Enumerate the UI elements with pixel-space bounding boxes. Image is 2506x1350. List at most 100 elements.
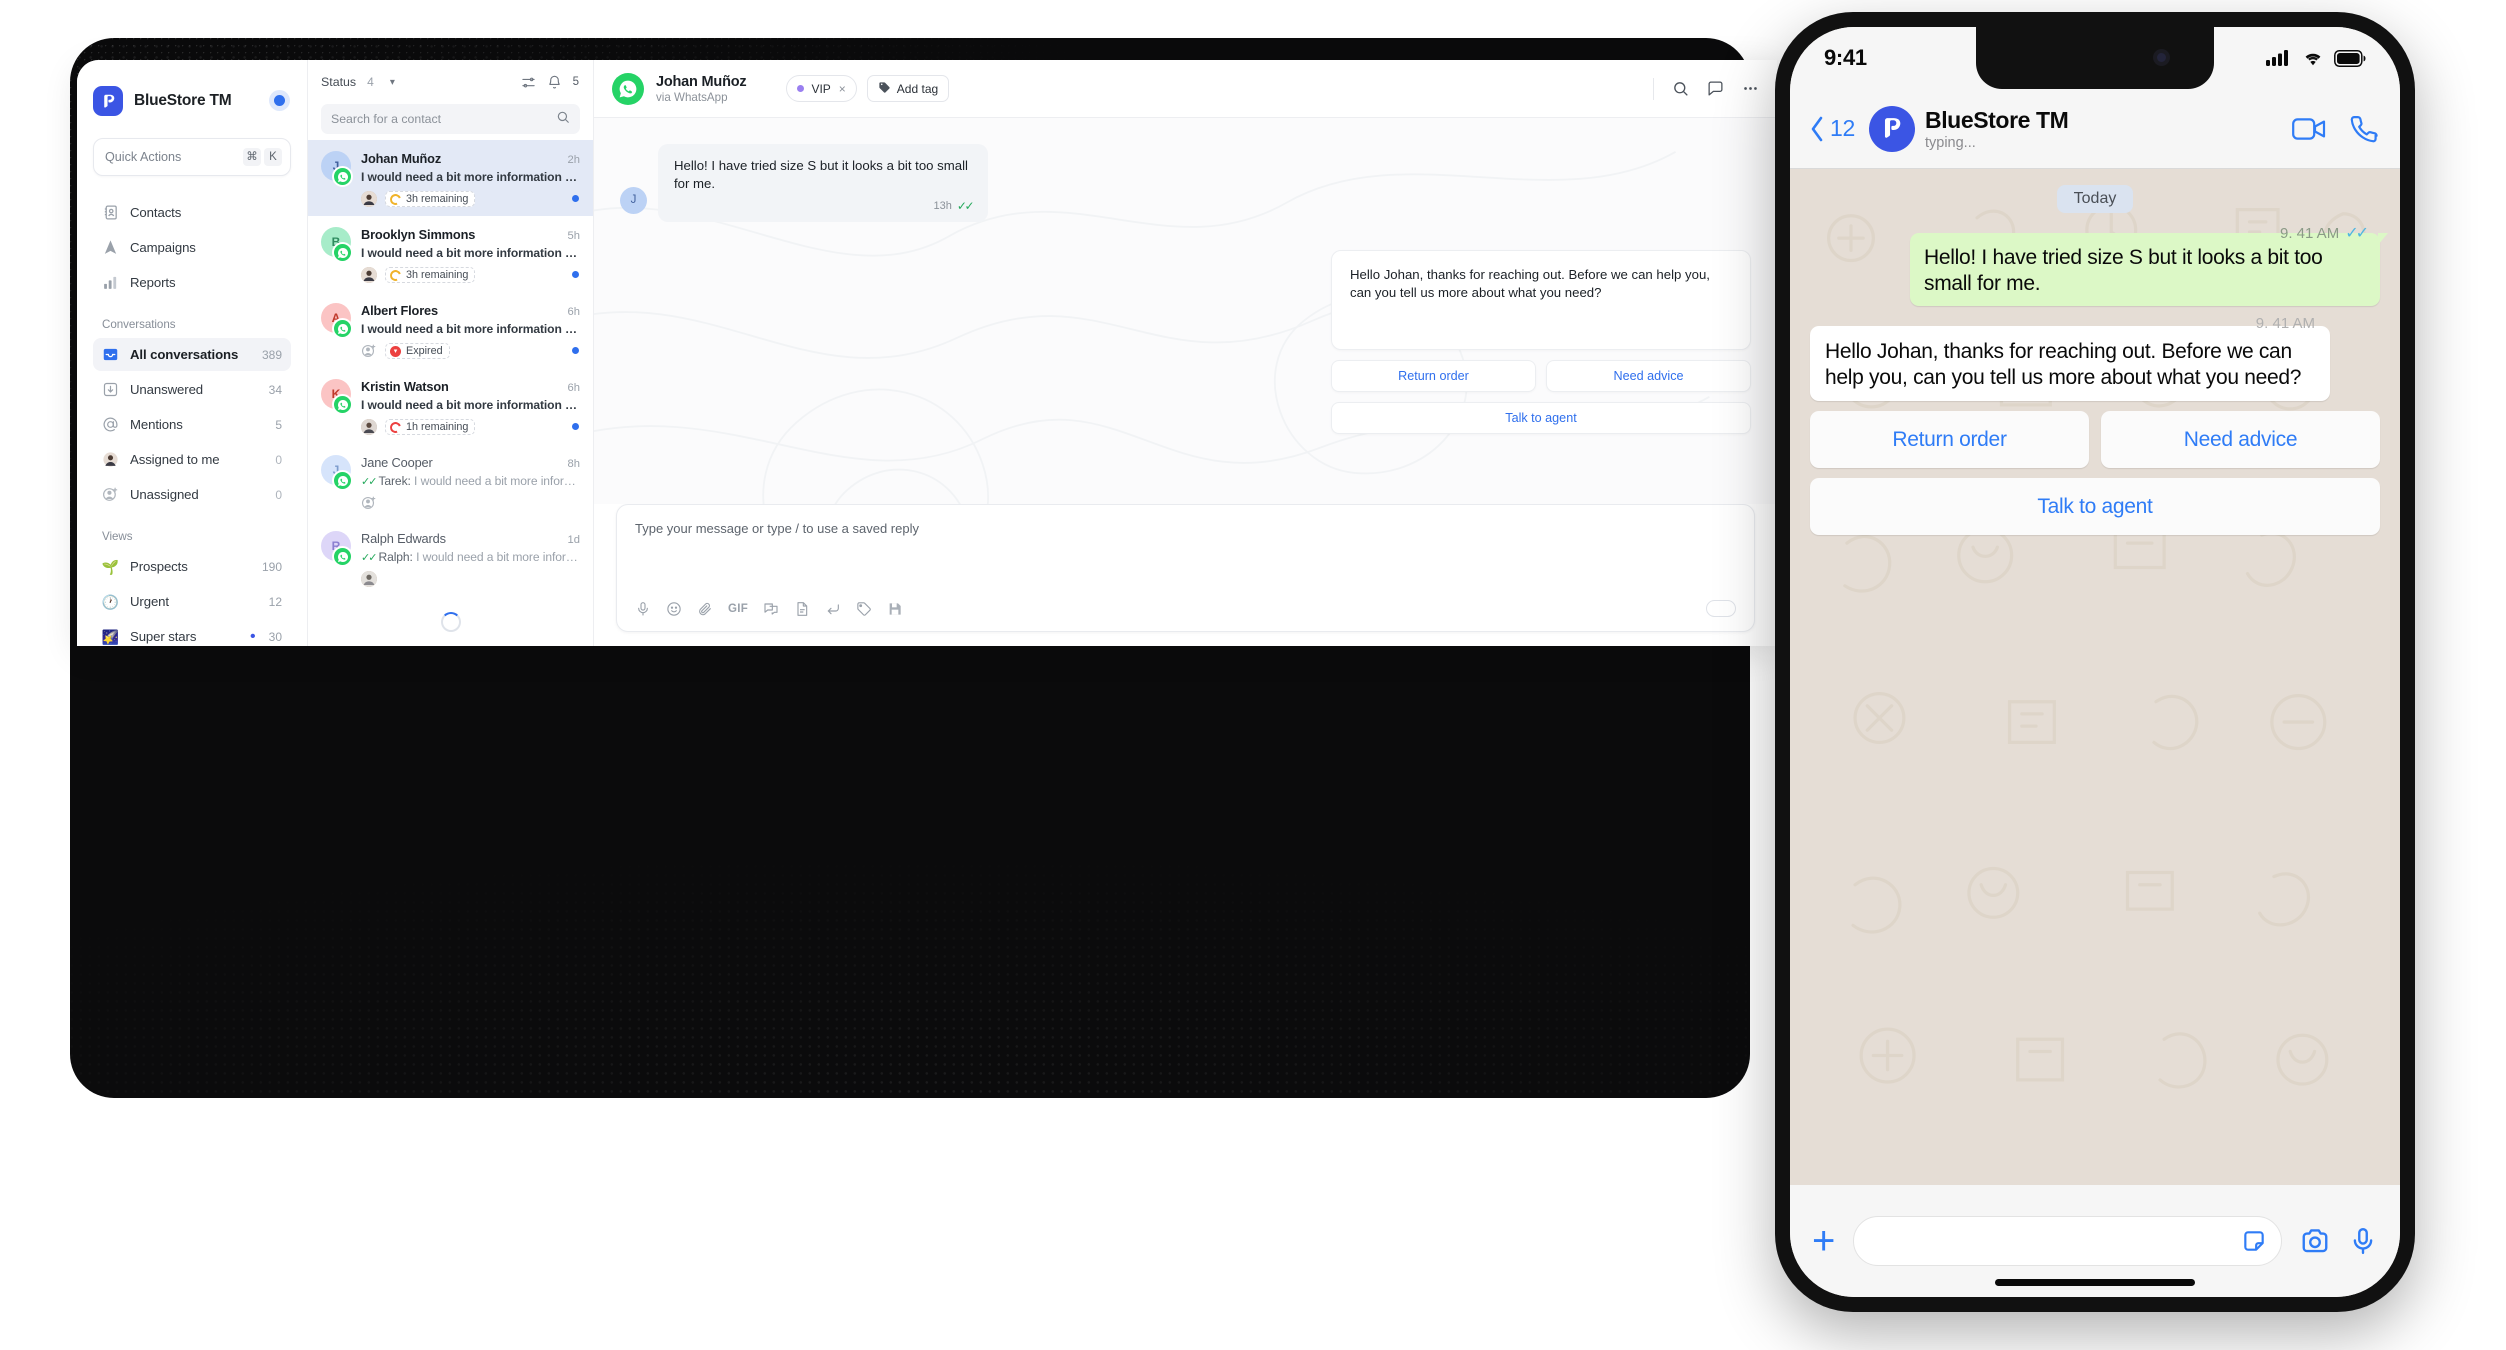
message-text: Hello Johan, thanks for reaching out. Be… bbox=[1825, 339, 2302, 389]
whatsapp-message-area[interactable]: Today 9. 41 AM ✓✓ Hello! I have tried si… bbox=[1790, 169, 2400, 1185]
user-plus-icon bbox=[361, 495, 377, 511]
conversation-timestamp: 2h bbox=[567, 154, 580, 166]
emoji-icon[interactable] bbox=[666, 601, 682, 617]
sidebar-item-unassigned[interactable]: Unassigned 0 bbox=[93, 478, 291, 511]
sidebar-item-campaigns[interactable]: Campaigns bbox=[93, 231, 291, 264]
video-call-icon[interactable] bbox=[2292, 116, 2326, 142]
brand-header[interactable]: BlueStore TM bbox=[93, 86, 291, 116]
conversation-preview: ✓✓ Tarek: I would need a bit more informa… bbox=[361, 474, 580, 488]
signature-icon[interactable] bbox=[825, 601, 841, 617]
conversation-list-header: Status 4 ▾ 5 bbox=[308, 60, 593, 104]
gif-icon[interactable]: GIF bbox=[728, 603, 748, 615]
avatar: A bbox=[321, 303, 353, 359]
chat-channel-label: via WhatsApp bbox=[656, 90, 728, 104]
vip-tag-pill[interactable]: VIP × bbox=[786, 75, 857, 102]
whatsapp-header-titles[interactable]: BlueStore TM typing... bbox=[1924, 106, 2069, 151]
status-filter-count: 4 bbox=[367, 75, 374, 89]
contact-search-input[interactable]: Search for a contact bbox=[321, 104, 580, 134]
sidebar-item-mentions[interactable]: Mentions 5 bbox=[93, 408, 291, 441]
attachment-icon[interactable] bbox=[697, 601, 713, 617]
send-mode-toggle[interactable] bbox=[1706, 600, 1736, 617]
bluestore-logo-icon[interactable] bbox=[1868, 105, 1915, 152]
microphone-icon[interactable] bbox=[635, 601, 651, 617]
sidebar-item-assigned-to-me[interactable]: Assigned to me 0 bbox=[93, 443, 291, 476]
tag-icon[interactable] bbox=[856, 601, 872, 617]
quick-actions-button[interactable]: Quick Actions ⌘ K bbox=[93, 138, 291, 176]
desktop-app-window: BlueStore TM Quick Actions ⌘ K Contacts bbox=[77, 60, 1777, 646]
sidebar-item-unanswered[interactable]: Unanswered 34 bbox=[93, 373, 291, 406]
conversation-timestamp: 1d bbox=[567, 534, 580, 546]
add-tag-button[interactable]: Add tag bbox=[866, 75, 950, 102]
search-icon bbox=[556, 110, 570, 129]
sidebar-item-all-conversations[interactable]: All conversations 389 bbox=[93, 338, 291, 371]
kbd-k: K bbox=[264, 148, 282, 166]
sidebar-item-count: 0 bbox=[275, 452, 282, 467]
spinner-ring-icon bbox=[440, 612, 461, 632]
conversation-timestamp: 5h bbox=[567, 230, 580, 242]
message-composer[interactable]: Type your message or type / to use a sav… bbox=[616, 504, 1755, 632]
chat-message-area[interactable]: J Hello! I have tried size S but it look… bbox=[594, 118, 1777, 504]
quick-reply-row-2: Talk to agent bbox=[1331, 401, 1751, 434]
back-button[interactable]: 12 bbox=[1808, 114, 1855, 144]
whatsapp-message-input[interactable] bbox=[1853, 1216, 2282, 1266]
quick-reply-need-advice[interactable]: Need advice bbox=[1546, 359, 1751, 392]
conversation-row-albert-flores[interactable]: A Albert Flores 6h I would need a bit mo… bbox=[308, 292, 593, 368]
sidebar-views-nav: 🌱 Prospects 190 🕐 Urgent 12 🌠 Super star… bbox=[93, 550, 291, 646]
message-text: Hello! I have tried size S but it looks … bbox=[1924, 246, 2323, 296]
quick-reply-return-order[interactable]: Return order bbox=[1810, 411, 2089, 468]
sidebar-item-urgent[interactable]: 🕐 Urgent 12 bbox=[93, 585, 291, 618]
sticker-icon[interactable] bbox=[2241, 1228, 2267, 1254]
camera-icon[interactable] bbox=[2300, 1226, 2330, 1256]
more-icon[interactable] bbox=[1742, 80, 1759, 97]
document-icon[interactable] bbox=[794, 601, 810, 617]
conversation-row-jane-cooper[interactable]: J Jane Cooper 8h ✓✓ Tarek: I would need a… bbox=[308, 444, 593, 520]
read-receipt-icon: ✓✓ bbox=[361, 476, 378, 488]
whatsapp-channel-icon bbox=[332, 242, 353, 263]
quick-reply-need-advice[interactable]: Need advice bbox=[2101, 411, 2380, 468]
save-icon[interactable] bbox=[887, 601, 903, 617]
note-icon[interactable] bbox=[1707, 80, 1724, 97]
conversation-row-brooklyn-simmons[interactable]: B Brooklyn Simmons 5h I would need a bit… bbox=[308, 216, 593, 292]
sort-filter-icon[interactable] bbox=[521, 75, 536, 90]
sidebar-item-count: 190 bbox=[261, 559, 282, 574]
user-avatar-icon bbox=[102, 451, 119, 468]
search-icon[interactable] bbox=[1672, 80, 1689, 97]
message-bubble-outgoing: Hello Johan, thanks for reaching out. Be… bbox=[1331, 249, 1751, 350]
whatsapp-channel-icon bbox=[332, 318, 353, 339]
whatsapp-chat-header: 12 BlueStore TM typing... bbox=[1790, 89, 2400, 169]
quick-reply-return-order[interactable]: Return order bbox=[1331, 359, 1536, 392]
chevron-down-icon[interactable]: ▾ bbox=[390, 77, 395, 88]
sidebar-item-reports[interactable]: Reports bbox=[93, 266, 291, 299]
saved-reply-icon[interactable] bbox=[763, 601, 779, 617]
whatsapp-contact-name: BlueStore TM bbox=[1924, 106, 2069, 133]
expired-icon: ▾ bbox=[390, 345, 401, 357]
conversation-row-kristin-watson[interactable]: K Kristin Watson 6h I would need a bit m… bbox=[308, 368, 593, 444]
remove-tag-icon[interactable]: × bbox=[839, 82, 846, 96]
conversation-timestamp: 6h bbox=[567, 306, 580, 318]
sidebar-item-label: Prospects bbox=[130, 559, 188, 574]
contacts-book-icon bbox=[102, 204, 119, 221]
quick-reply-talk-to-agent[interactable]: Talk to agent bbox=[1810, 478, 2380, 535]
status-filter-label[interactable]: Status bbox=[321, 75, 356, 89]
microphone-icon[interactable] bbox=[2348, 1226, 2378, 1256]
avatar: K bbox=[321, 379, 353, 435]
shooting-star-emoji-icon: 🌠 bbox=[101, 628, 120, 645]
sidebar-item-label: Mentions bbox=[130, 417, 183, 432]
voice-call-icon[interactable] bbox=[2350, 115, 2378, 143]
sidebar-item-contacts[interactable]: Contacts bbox=[93, 196, 291, 229]
day-divider: Today bbox=[1810, 185, 2380, 213]
quick-reply-row-1: Return order Need advice bbox=[1331, 359, 1751, 392]
conversation-row-ralph-edwards[interactable]: R Ralph Edwards 1d ✓✓ Ralph: I would need… bbox=[308, 520, 593, 596]
sidebar-item-prospects[interactable]: 🌱 Prospects 190 bbox=[93, 550, 291, 583]
message-time: 13h bbox=[933, 199, 952, 212]
message-meta: 13h ✓✓ bbox=[674, 199, 975, 213]
avatar: R bbox=[321, 531, 353, 587]
conversation-row-meta bbox=[361, 571, 580, 587]
conversation-list-scroll[interactable]: J Johan Muñoz 2h I would need a bit more… bbox=[308, 140, 593, 646]
sidebar-item-label: Unassigned bbox=[130, 487, 199, 502]
conversation-row-johan-munoz[interactable]: J Johan Muñoz 2h I would need a bit more… bbox=[308, 140, 593, 216]
quick-reply-talk-to-agent[interactable]: Talk to agent bbox=[1331, 401, 1751, 434]
notifications-bell-icon[interactable] bbox=[547, 75, 562, 90]
sla-badge: ▾ Expired bbox=[385, 343, 450, 359]
sidebar-item-super-stars[interactable]: 🌠 Super stars • 30 bbox=[93, 620, 291, 646]
